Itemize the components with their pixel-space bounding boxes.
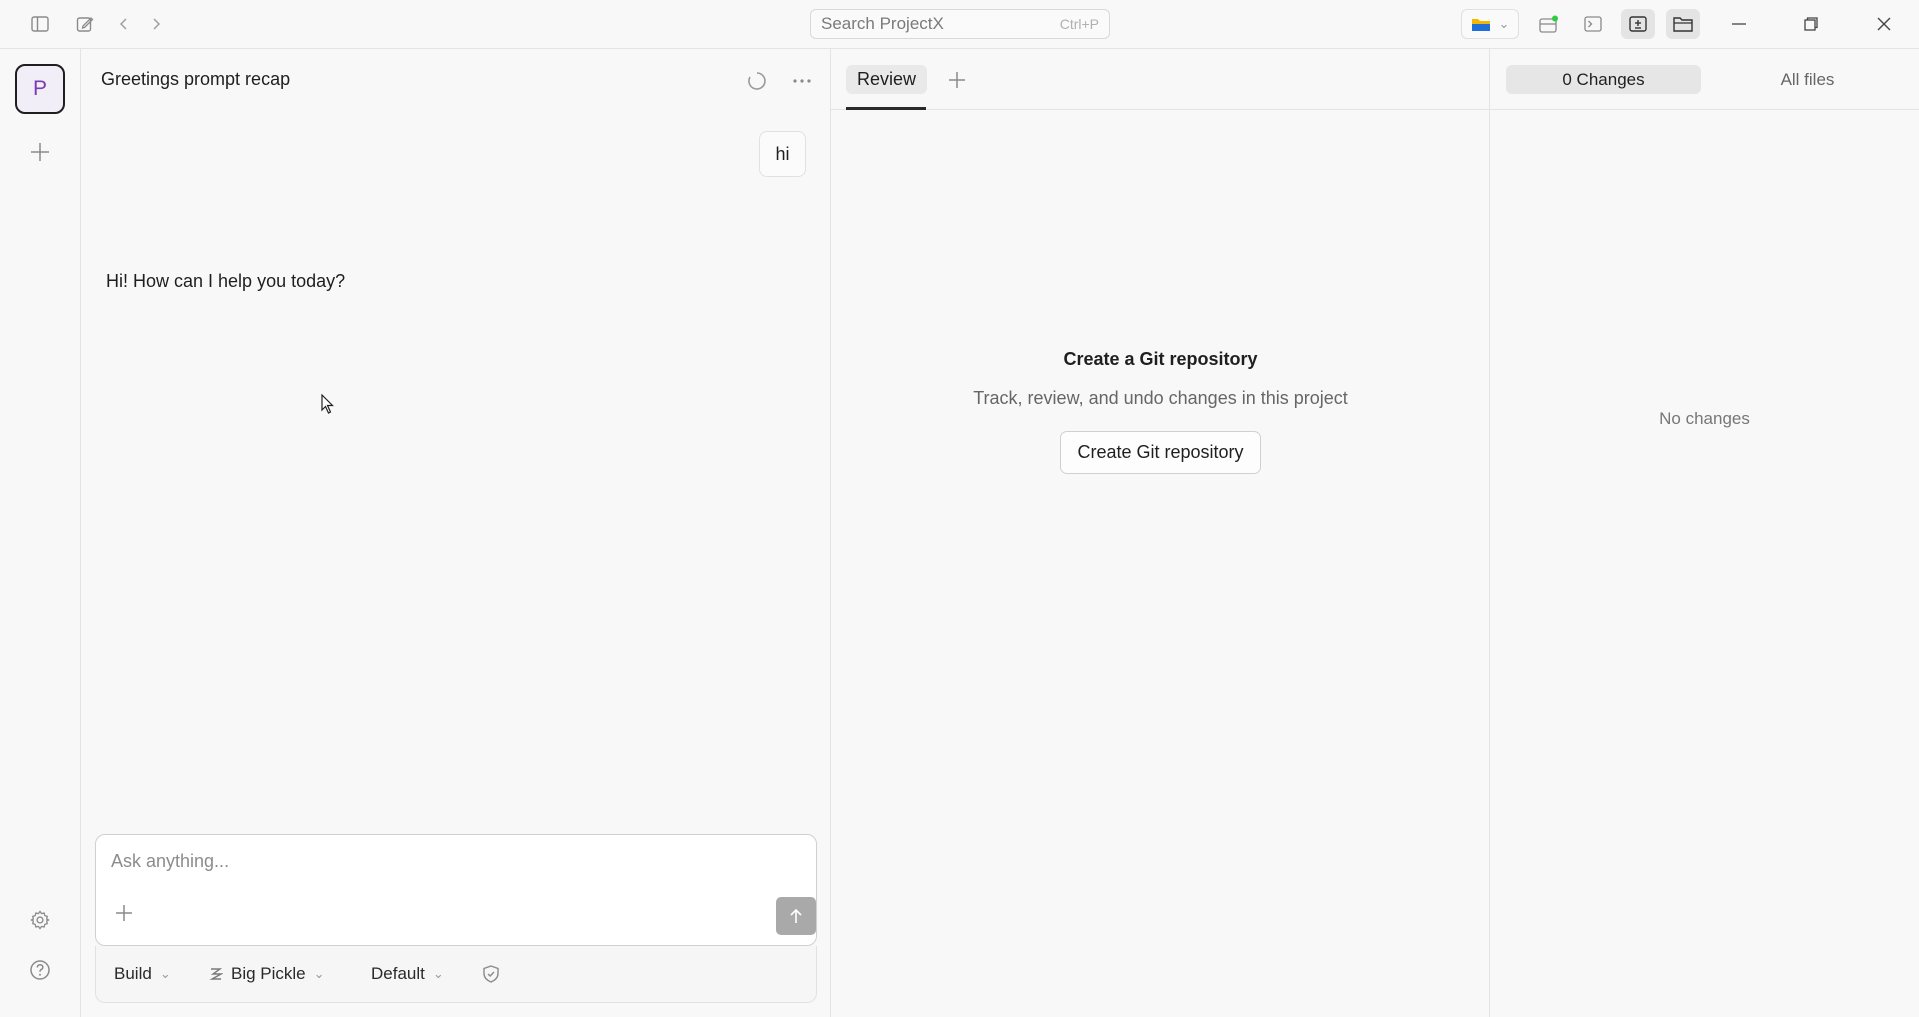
loading-spinner-icon: [742, 66, 772, 96]
minimize-icon[interactable]: [1724, 10, 1754, 38]
new-session-icon[interactable]: [72, 12, 98, 36]
active-tab-indicator: [846, 107, 926, 110]
prompt-input[interactable]: [111, 851, 711, 872]
git-empty-state: Create a Git repository Track, review, a…: [831, 349, 1490, 474]
terminal-icon[interactable]: [1578, 10, 1608, 38]
changes-panel: 0 Changes All files No changes: [1490, 49, 1919, 1017]
tab-all-files[interactable]: All files: [1710, 65, 1905, 94]
status-icon[interactable]: [1534, 10, 1564, 38]
review-panel-icon[interactable]: [1621, 9, 1655, 39]
open-in-folder-button[interactable]: ⌄: [1461, 9, 1519, 39]
search-bar[interactable]: Search ProjectX Ctrl+P: [810, 9, 1110, 39]
model-provider-icon: [209, 968, 223, 980]
settings-gear-icon[interactable]: [25, 905, 55, 935]
agent-label: Build: [114, 964, 152, 983]
variant-label: Default: [371, 964, 425, 983]
help-icon[interactable]: [25, 955, 55, 985]
agent-selector[interactable]: Build ⌄: [114, 964, 171, 984]
project-rail: P: [0, 49, 81, 1017]
project-tile[interactable]: P: [15, 64, 65, 114]
git-empty-subtitle: Track, review, and undo changes in this …: [973, 388, 1348, 408]
tab-changes[interactable]: 0 Changes: [1506, 65, 1701, 94]
session-title: Greetings prompt recap: [101, 69, 291, 89]
shield-icon[interactable]: [477, 960, 505, 988]
chevron-down-icon: ⌄: [159, 966, 171, 981]
user-message-text: hi: [775, 143, 790, 164]
search-shortcut: Ctrl+P: [1059, 16, 1099, 32]
model-selector[interactable]: Big Pickle ⌄: [209, 964, 325, 984]
mouse-cursor-icon: [321, 393, 335, 419]
folder-icon: [1471, 19, 1490, 31]
arrow-up-icon: [790, 908, 802, 923]
title-bar: Search ProjectX Ctrl+P ⌄: [0, 0, 1919, 49]
review-tab-bar: Review: [831, 49, 1490, 110]
file-tree-icon[interactable]: [1666, 9, 1700, 39]
maximize-icon[interactable]: [1796, 10, 1826, 38]
search-placeholder: Search ProjectX: [821, 14, 944, 33]
composer-options-bar: Build ⌄ Big Pickle ⌄ Default ⌄: [95, 946, 817, 1003]
user-message: hi: [759, 131, 806, 177]
variant-selector[interactable]: Default ⌄: [371, 964, 444, 984]
back-arrow-icon[interactable]: [113, 12, 135, 36]
close-icon[interactable]: [1869, 10, 1899, 38]
chevron-down-icon: ⌄: [1498, 16, 1510, 31]
send-button[interactable]: [776, 897, 816, 935]
git-empty-title: Create a Git repository: [1063, 349, 1258, 369]
changes-tab-bar: 0 Changes All files: [1490, 49, 1919, 110]
chevron-down-icon: ⌄: [432, 966, 444, 981]
forward-arrow-icon[interactable]: [145, 12, 167, 36]
prompt-composer: [95, 834, 817, 946]
toggle-sidebar-icon[interactable]: [27, 12, 53, 36]
no-changes-text: No changes: [1659, 409, 1750, 428]
review-panel: Review Create a Git repository Track, re…: [831, 49, 1490, 1017]
chat-panel: Greetings prompt recap hi Hi! How can I …: [81, 49, 831, 1017]
chevron-down-icon: ⌄: [313, 966, 325, 981]
create-git-repository-button[interactable]: Create Git repository: [1060, 431, 1261, 474]
attach-plus-icon[interactable]: [110, 899, 138, 927]
tab-review-label: Review: [857, 69, 917, 89]
more-options-icon[interactable]: [786, 66, 818, 96]
project-initial: P: [32, 77, 47, 100]
add-tab-plus-icon[interactable]: [943, 66, 971, 94]
add-project-icon[interactable]: [25, 137, 55, 167]
assistant-message: Hi! How can I help you today?: [106, 271, 346, 291]
tab-review[interactable]: Review: [846, 65, 928, 94]
model-label: Big Pickle: [231, 964, 306, 983]
